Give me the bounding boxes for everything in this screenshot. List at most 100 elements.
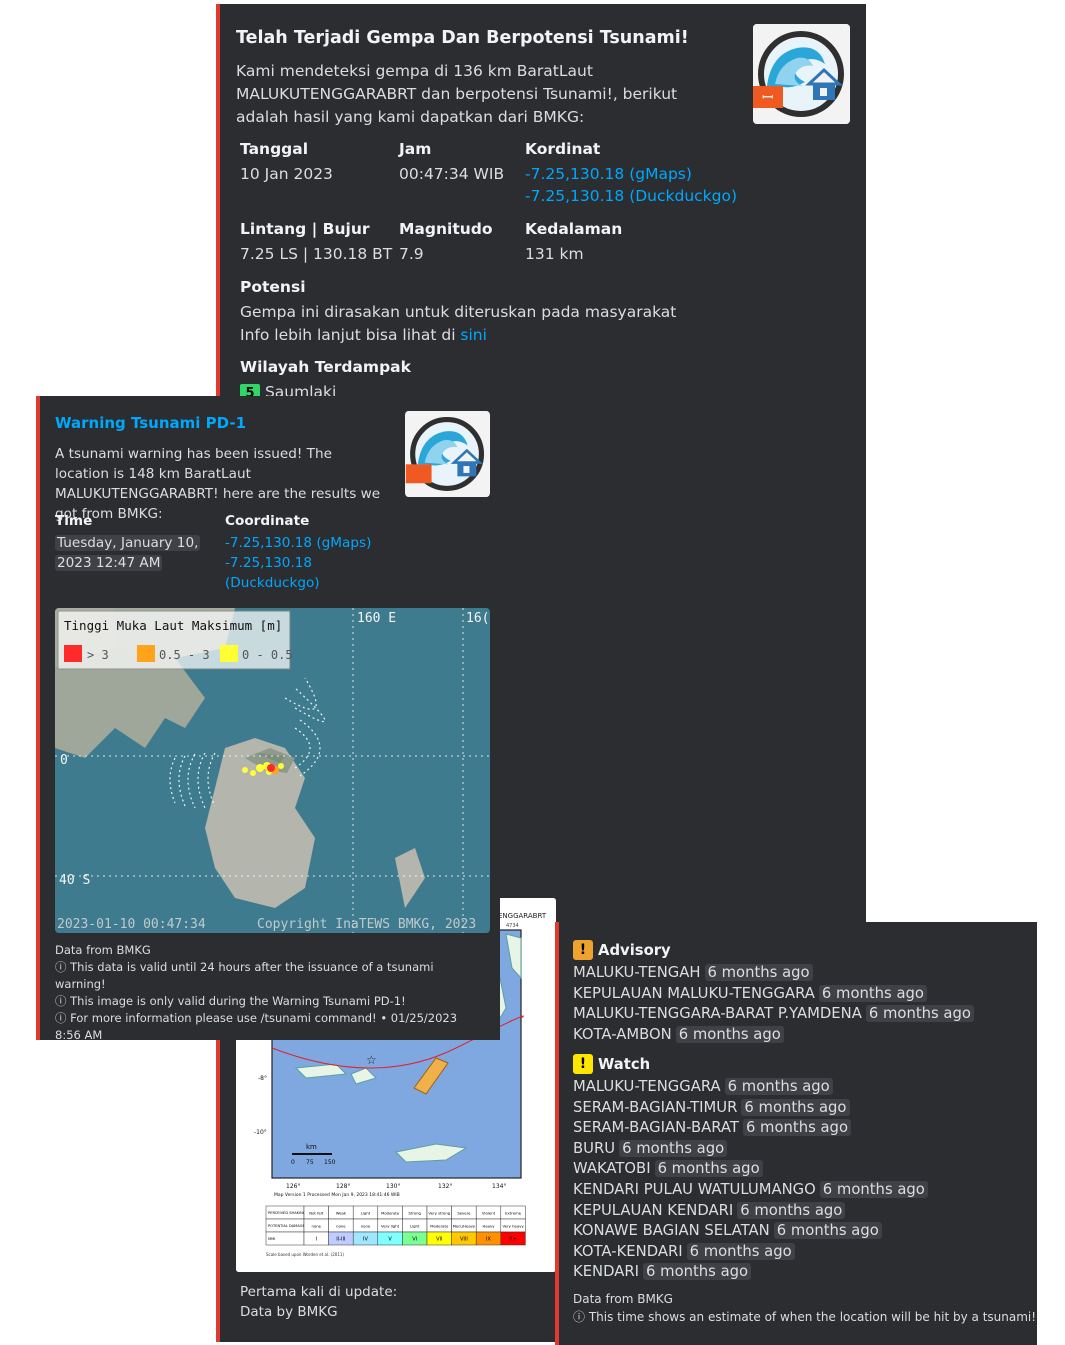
field-kordinat: Kordinat -7.25,130.18 (gMaps) -7.25,130.… [525,140,737,207]
relative-timestamp: 6 months ago [724,1078,833,1095]
timestamp-line1: Tuesday, January 10, [55,535,201,551]
relative-timestamp: 6 months ago [686,1242,795,1260]
table-cell-text: Very heavy [502,1224,524,1229]
potensi-info-text: Info lebih lanjut bisa lihat di [240,326,461,344]
lon-label: 130° [386,1183,400,1190]
table-cell-text: Very light [381,1224,400,1229]
table-cell-text: II-III [336,1237,345,1243]
info-icon: ⓘ [55,994,67,1008]
shakemap-header: ENGGARABRT [498,912,547,920]
field-kedalaman: Kedalaman 131 km [525,220,622,265]
lat-label: -10° [254,1129,267,1136]
table-cell-text: Light [410,1224,420,1229]
area-row: KEPULAUAN KENDARI 6 months ago [573,1201,928,1222]
footer-note: This image is only valid during the Warn… [70,994,406,1008]
table-cell-text: Strong [408,1211,421,1216]
legend-label: 0.5 - 3 [159,648,210,662]
tsunami-logo-thumbnail[interactable] [405,411,490,497]
advisory-label: Advisory [598,941,671,959]
tsunami-wave-icon [405,411,490,497]
table-cell-text: Mod./Heavy [453,1224,476,1229]
footer-updated: Pertama kali di update: [240,1284,398,1300]
area-name: KOTA-AMBON [573,1025,672,1043]
tsunami-areas-embed-card: ! Advisory MALUKU-TENGAH 6 months ago KEPU… [555,922,1037,1345]
svg-text:4734: 4734 [506,923,519,929]
field-tanggal: Tanggal 10 Jan 2023 [240,140,333,185]
area-name: SERAM-BAGIAN-BARAT [573,1119,739,1137]
field-label: Lintang | Bujur [240,220,370,238]
relative-timestamp: 6 months ago [654,1160,763,1178]
table-cell-text: IV [363,1237,368,1243]
field-value: 131 km [525,245,584,263]
processed-text: Map Version 1 Processed Mon Jan 9, 2023 … [274,1192,400,1198]
table-cell-text: I [316,1237,317,1243]
relative-timestamp: 6 months ago [619,1139,728,1157]
lon-label: 132° [438,1183,452,1190]
area-row: KENDARI 6 months ago [573,1262,928,1283]
coordinate-value: -7.25,130.18 (gMaps) -7.25,130.18 (Duckd… [225,533,371,593]
info-icon: ⓘ [573,1310,586,1324]
table-cell-text: VII [436,1237,442,1243]
relative-timestamp: 6 months ago [818,984,927,1002]
table-cell-text: Weak [336,1211,347,1216]
table-cell-text: none [336,1224,346,1229]
lat-0-label: 0 [60,753,68,768]
potensi-info: Info lebih lanjut bisa lihat di sini [240,324,676,347]
footer-note: For more information please use /tsunami… [55,1011,458,1042]
info-icon: ⓘ [55,960,67,974]
table-row-label: MMI [268,1237,275,1241]
embed-description: A tsunami warning has been issued! The l… [55,446,381,522]
relative-timestamp: 6 months ago [773,1222,882,1240]
potensi-section: Potensi Gempa ini dirasakan untuk diteru… [240,276,676,347]
duckduckgo-link[interactable]: -7.25,130.18 [225,553,371,573]
duckduckgo-link[interactable]: -7.25,130.18 (Duckduckgo) [525,185,737,207]
area-row: MALUKU-TENGGARA-BARAT P.YAMDENA 6 months … [573,1004,974,1025]
wilayah-label: Wilayah Terdampak [240,358,411,376]
map-timestamp: 2023-01-10 00:47:34 [57,917,206,932]
legend-label: 0 - 0.5 [242,648,293,662]
scale-km: km [306,1143,317,1151]
advisory-list: MALUKU-TENGAH 6 months ago KEPULAUAN MALUK… [573,963,974,1045]
table-cell-text: Not felt [309,1211,324,1216]
tsunami-map-image[interactable]: 160 E 16( 0 40 S 2023-01-10 00:47:34 Cop… [55,608,490,933]
gmaps-link[interactable]: -7.25,130.18 (gMaps) [225,533,371,553]
relative-timestamp: 6 months ago [643,1263,752,1281]
field-jam: Jam 00:47:34 WIB [399,140,504,185]
relative-timestamp: 6 months ago [742,1119,852,1137]
relative-timestamp: 6 months ago [865,1005,974,1023]
map-copyright: Copyright InaTEWS BMKG, 2023 [257,917,476,932]
potensi-text: Gempa ini dirasakan untuk diteruskan pad… [240,303,677,321]
field-lintang-bujur: Lintang | Bujur 7.25 LS | 130.18 BT [240,220,392,265]
field-value: 7.9 [399,245,424,263]
legend-swatch-yellow [220,645,238,662]
area-name: KONAWE BAGIAN SELATAN [573,1222,770,1240]
svg-text:ꟷ: ꟷ [762,90,773,106]
area-name: MALUKU-TENGGARA [573,1078,721,1095]
area-name: MALUKU-TENGGARA-BARAT P.YAMDENA [573,1005,862,1023]
field-value: 00:47:34 WIB [399,165,505,183]
area-row: SERAM-BAGIAN-BARAT 6 months ago [573,1118,928,1139]
duckduckgo-link-cont[interactable]: (Duckduckgo) [225,573,371,593]
area-name: SERAM-BAGIAN-TIMUR [573,1098,738,1116]
lon-edge-label: 16( [466,611,489,626]
table-cell-text: V [388,1237,392,1243]
tsunami-logo-thumbnail[interactable]: ꟷ [753,24,850,124]
area-row: BURU 6 months ago [573,1139,928,1160]
footer-note: This data is valid until 24 hours after … [55,960,434,991]
table-cell-text: IX [486,1237,491,1243]
exclamation-icon: ! [573,1054,593,1074]
tsunami-wave-icon: ꟷ [753,24,850,124]
footer-source: Data from BMKG [55,943,151,957]
embed-title-link[interactable]: Warning Tsunami PD-1 [55,414,246,432]
relative-timestamp: 6 months ago [819,1180,928,1198]
area-name: BURU [573,1139,616,1157]
embed-description: Kami mendeteksi gempa di 136 km BaratLau… [236,62,678,126]
area-row: WAKATOBI 6 months ago [573,1159,928,1180]
mmi-legend-table: PERCEIVED SHAKING Not felt Weak Light Modera… [265,1205,526,1246]
relative-timestamp: 6 months ago [675,1025,784,1043]
area-row: KONAWE BAGIAN SELATAN 6 months ago [573,1221,928,1242]
embed-title: Telah Terjadi Gempa Dan Berpotensi Tsuna… [236,28,689,48]
sini-link[interactable]: sini [460,326,487,344]
gmaps-link[interactable]: -7.25,130.18 (gMaps) [525,163,737,185]
area-name: KOTA-KENDARI [573,1242,683,1260]
